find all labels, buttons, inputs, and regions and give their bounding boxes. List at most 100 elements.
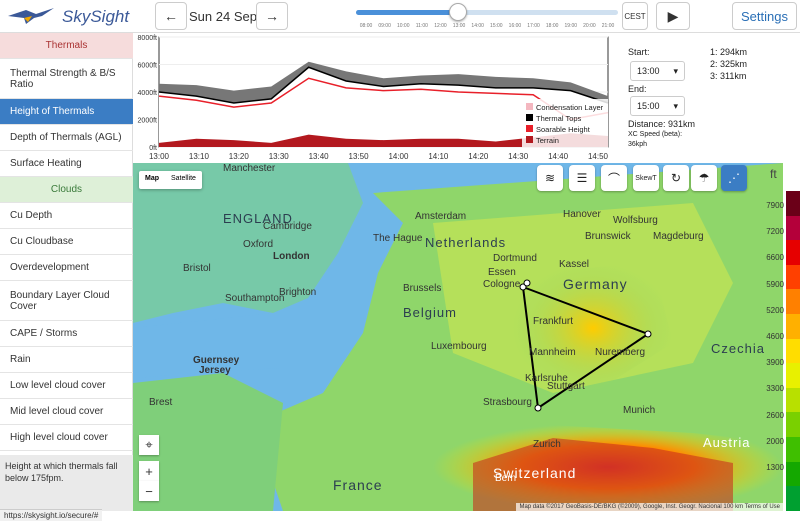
chart-legend-label: Thermal Tops — [536, 114, 582, 123]
chart-x-tick-label: 13:40 — [309, 152, 330, 161]
chart-y-tick-label: 6000ft — [138, 63, 158, 70]
sidebar-item[interactable]: Mid level cloud cover — [0, 399, 133, 425]
city-label: Bristol — [183, 263, 211, 274]
map-view[interactable]: Map Satellite ≋ ☰ ⌒ SkewT ↻ ☂ ⋰ Manchest… — [133, 163, 783, 511]
legend-color-swatch — [786, 363, 800, 388]
city-label: Brunswick — [585, 231, 631, 242]
legend-color-swatch — [786, 387, 800, 413]
country-label: Luxembourg — [431, 341, 487, 352]
leg-3: 3: 311km — [710, 71, 747, 81]
wind-icon[interactable]: ≋ — [537, 165, 563, 191]
current-date: Sun 24 Sep — [189, 9, 257, 24]
map-type-toggle: Map Satellite — [139, 171, 202, 189]
start-time-value: 13:00 — [637, 66, 660, 76]
legend-value-label: 1300 — [766, 463, 784, 472]
settings-label: Settings — [741, 8, 788, 24]
start-time-select[interactable]: 13:00 ▾ — [630, 61, 685, 81]
sidebar-item[interactable]: Boundary Layer Cloud Cover — [0, 281, 133, 321]
legend-color-swatch — [786, 486, 800, 511]
xc-speed-value: 36kph — [628, 141, 648, 148]
zoom-out-button[interactable]: − — [139, 481, 159, 501]
zoom-in-button[interactable]: + — [139, 461, 159, 481]
city-label: London — [273, 251, 310, 262]
sidebar-item[interactable]: Rain — [0, 347, 133, 373]
airspace-icon[interactable]: ⌒ — [601, 165, 627, 191]
chart-y-tick-label: 8000ft — [138, 35, 158, 42]
settings-button[interactable]: Settings — [732, 2, 797, 30]
legend-value-label: 5900 — [766, 279, 784, 289]
chart-legend-swatch — [526, 103, 533, 110]
city-label: Cologne — [483, 279, 521, 290]
map-type-satellite[interactable]: Satellite — [165, 171, 202, 189]
task-distance: Distance: 931km — [628, 119, 696, 129]
sidebar-item[interactable]: High level cloud cover — [0, 425, 133, 451]
list-icon[interactable]: ☰ — [569, 165, 595, 191]
chart-legend-label: Soarable Height — [536, 125, 591, 134]
chart-x-tick-label: 13:30 — [269, 152, 290, 161]
caret-down-icon: ▾ — [673, 65, 678, 76]
end-time-select[interactable]: 15:00 ▾ — [630, 96, 685, 116]
sidebar-item[interactable]: Height of Thermals — [0, 99, 133, 125]
sidebar-item[interactable]: Surface Heating — [0, 151, 133, 177]
city-label: Stuttgart — [547, 381, 585, 392]
next-day-button[interactable]: → — [256, 2, 288, 30]
sidebar-item[interactable]: Overdevelopment — [0, 255, 133, 281]
chart-x-tick-label: 13:20 — [229, 152, 250, 161]
arrow-left-icon: ← — [164, 8, 178, 24]
chart-x-tick-label: 13:50 — [349, 152, 370, 161]
chart-svg: 0ft 2000ft 4000ft 6000ft 8000ft 13:00 13:10 13:… — [138, 35, 609, 161]
city-label: Wolfsburg — [613, 215, 658, 226]
map-type-map[interactable]: Map — [139, 171, 165, 189]
sidebar-item[interactable]: Thermal Strength & B/S Ratio — [0, 59, 133, 99]
city-label: Brighton — [279, 287, 317, 298]
sidebar-item[interactable]: Cu Cloudbase — [0, 229, 133, 255]
time-tick-label: 10:00 — [396, 23, 410, 29]
chart-legend-swatch — [526, 136, 533, 143]
top-toolbar: SkySight ← Sun 24 Sep → 08:00 09:00 10:00 1… — [0, 0, 800, 33]
timezone-button[interactable]: CEST — [622, 2, 648, 30]
city-label: Magdeburg — [653, 231, 704, 242]
city-label: Manchester — [223, 163, 276, 174]
timezone-label: CEST — [624, 11, 646, 21]
logo[interactable]: SkySight — [6, 4, 131, 30]
sidebar-item[interactable]: Cu Depth — [0, 203, 133, 229]
play-icon: ▶ — [667, 7, 679, 24]
bird-logo-icon — [8, 8, 54, 24]
route-icon[interactable]: ↻ — [663, 165, 689, 191]
sidebar-item[interactable]: Low level cloud cover — [0, 373, 133, 399]
sidebar-item[interactable]: CAPE / Storms — [0, 321, 133, 347]
sidebar-item[interactable]: Depth of Thermals (AGL) — [0, 125, 133, 151]
play-button[interactable]: ▶ — [656, 2, 690, 30]
city-label: Brest — [149, 397, 173, 408]
time-tick-label: 11:00 — [415, 23, 428, 29]
layer-sidebar: Thermals Thermal Strength & B/S Ratio Heig… — [0, 33, 133, 511]
time-tick-label: 12:00 — [434, 23, 447, 29]
time-slider[interactable] — [356, 10, 618, 15]
wave-icon[interactable]: ☂ — [691, 165, 717, 191]
legend-value-label: 3900 — [766, 358, 784, 368]
chart-x-tick-label: 14:10 — [428, 152, 449, 161]
legend-units: ft — [770, 167, 777, 181]
map-attribution: Map data ©2017 GeoBasis-DE/BKG (©2009), … — [516, 503, 783, 511]
chart-legend-label: Terrain — [536, 136, 559, 145]
caret-down-icon: ▾ — [673, 100, 678, 111]
time-slider-ticks: 08:00 09:00 10:00 11:00 12:00 13:00 14:00 15:00… — [356, 23, 618, 31]
task-icon[interactable]: ⋰ — [721, 165, 747, 191]
legend-value-label: 2600 — [766, 410, 784, 420]
city-label: Nuremberg — [595, 347, 646, 358]
time-slider-handle[interactable] — [449, 3, 468, 21]
sidebar-section-header: Clouds — [0, 177, 133, 203]
task-panel: Start: 13:00 ▾ End: 15:00 ▾ 1: 294km 2: … — [620, 33, 800, 163]
legend-value-label: 6600 — [766, 253, 784, 263]
legend-color-swatch — [786, 437, 800, 462]
country-label: Austria — [703, 435, 751, 450]
prev-day-button[interactable]: ← — [155, 2, 187, 30]
legend-color-swatch — [786, 215, 800, 241]
city-label: Brussels — [403, 283, 442, 294]
locate-icon[interactable]: ⌖ — [139, 435, 159, 455]
city-label: Mannheim — [529, 347, 576, 358]
skewt-icon[interactable]: SkewT — [633, 165, 659, 191]
city-label: Frankfurt — [533, 316, 574, 327]
time-tick-label: 08:00 — [359, 23, 373, 29]
city-label: Southampton — [225, 293, 285, 304]
